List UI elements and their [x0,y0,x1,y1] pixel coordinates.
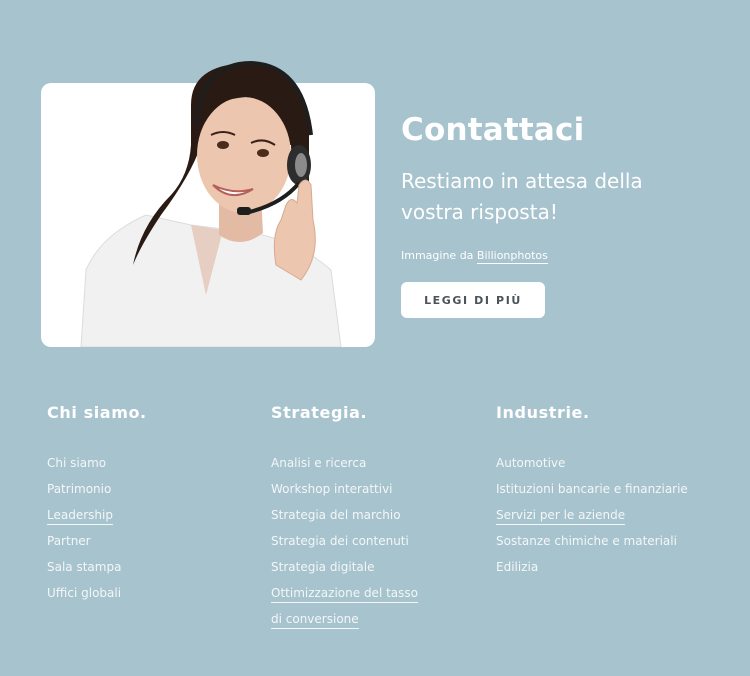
link-label[interactable]: Leadership [47,508,113,525]
footer-link-istituzioni[interactable]: Istituzioni bancarie e finanziarie [496,476,716,502]
footer-link-uffici-globali[interactable]: Uffici globali [47,580,267,606]
footer-link-partner[interactable]: Partner [47,528,267,554]
footer-link-sala-stampa[interactable]: Sala stampa [47,554,267,580]
read-more-button[interactable]: LEGGI DI PIÙ [401,282,545,318]
footer-link-leadership[interactable]: Leadership [47,502,267,528]
footer-link-workshop[interactable]: Workshop interattivi [271,476,491,502]
link-label[interactable]: Servizi per le aziende [496,508,626,525]
footer-link-servizi[interactable]: Servizi per le aziende [496,502,716,528]
link-label[interactable]: Automotive [496,456,565,470]
link-list: Analisi e ricerca Workshop interattivi S… [271,450,491,632]
link-label[interactable]: Analisi e ricerca [271,456,366,470]
link-label[interactable]: Patrimonio [47,482,111,496]
column-heading: Strategia. [271,403,368,422]
footer-column-about: Chi siamo. Chi siamo Patrimonio Leadersh… [47,402,267,606]
footer-link-strategia-contenuti[interactable]: Strategia dei contenuti [271,528,491,554]
footer-link-sostanze[interactable]: Sostanze chimiche e materiali [496,528,716,554]
footer-link-edilizia[interactable]: Edilizia [496,554,716,580]
page-subtitle: Restiamo in attesa della vostra risposta… [401,169,643,224]
footer-column-strategy: Strategia. Analisi e ricerca Workshop in… [271,402,491,632]
footer-link-ottimizzazione[interactable]: Ottimizzazione del tasso di conversione [271,580,431,632]
footer-link-strategia-digitale[interactable]: Strategia digitale [271,554,491,580]
link-label[interactable]: Workshop interattivi [271,482,393,496]
link-list: Automotive Istituzioni bancarie e finanz… [496,450,716,580]
link-label[interactable]: Uffici globali [47,586,121,600]
link-label[interactable]: Sostanze chimiche e materiali [496,534,677,548]
woman-with-headset-illustration [80,60,342,347]
image-credit-link[interactable]: Billionphotos [476,249,548,264]
page-title: Contattaci [401,112,585,148]
link-label[interactable]: Partner [47,534,91,548]
footer-link-analisi[interactable]: Analisi e ricerca [271,450,491,476]
footer-link-chi-siamo[interactable]: Chi siamo [47,450,267,476]
column-heading: Industrie. [496,403,590,422]
link-label[interactable]: Strategia del marchio [271,508,401,522]
link-label[interactable]: Ottimizzazione del tasso di conversione [271,586,418,629]
column-heading: Chi siamo. [47,403,147,422]
image-credit: Immagine da Billionphotos [401,249,548,264]
link-label[interactable]: Edilizia [496,560,538,574]
footer-column-industries: Industrie. Automotive Istituzioni bancar… [496,402,716,580]
link-label[interactable]: Istituzioni bancarie e finanziarie [496,482,688,496]
link-label[interactable]: Strategia dei contenuti [271,534,409,548]
link-label[interactable]: Chi siamo [47,456,106,470]
footer-link-strategia-marchio[interactable]: Strategia del marchio [271,502,491,528]
link-list: Chi siamo Patrimonio Leadership Partner … [47,450,267,606]
link-label[interactable]: Sala stampa [47,560,121,574]
footer-link-automotive[interactable]: Automotive [496,450,716,476]
link-label[interactable]: Strategia digitale [271,560,375,574]
footer-link-patrimonio[interactable]: Patrimonio [47,476,267,502]
hero-image [41,55,375,347]
image-credit-prefix: Immagine da [401,249,474,262]
